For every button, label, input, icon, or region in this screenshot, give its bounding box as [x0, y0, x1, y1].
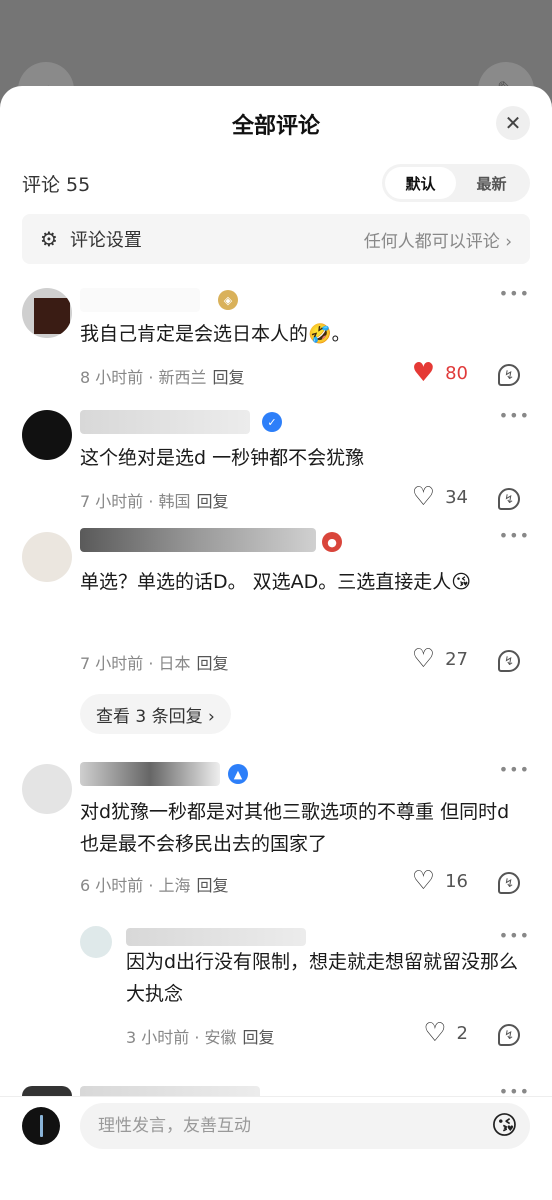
comment-time-location: 3 小时前 · 安徽	[126, 1028, 237, 1047]
like-count: 2	[456, 1022, 468, 1044]
heart-outline-icon: ♡	[423, 1018, 447, 1048]
like-button[interactable]: ♡ 2	[423, 1020, 468, 1046]
avatar[interactable]	[22, 410, 72, 460]
close-button[interactable]: ✕	[496, 106, 530, 140]
settings-value: 任何人都可以评论 ›	[363, 231, 512, 252]
more-options-icon[interactable]: •••	[499, 406, 530, 425]
dislike-icon[interactable]: ↯	[498, 1024, 520, 1046]
reply-button[interactable]: 回复	[197, 876, 229, 895]
like-count: 16	[445, 870, 468, 892]
comment-composer: 😘	[0, 1096, 552, 1200]
comment-text: 对d犹豫一秒都是对其他三歌选项的不尊重 但同时d也是最不会移民出去的国家了	[80, 801, 510, 855]
level-badge-icon: ●	[322, 532, 342, 552]
comment-text: 我自己肯定是会选日本人的🤣。	[80, 323, 351, 345]
avatar[interactable]	[22, 764, 72, 814]
reply-button[interactable]: 回复	[197, 492, 229, 511]
settings-label: 评论设置	[69, 230, 142, 251]
avatar[interactable]	[22, 288, 72, 338]
dislike-icon[interactable]: ↯	[498, 488, 520, 510]
comment-meta: 6 小时前 · 上海 回复	[80, 872, 229, 896]
like-count: 34	[445, 486, 468, 508]
reply-button[interactable]: 回复	[213, 368, 245, 387]
verified-icon: ✓	[262, 412, 282, 432]
sort-default-tab[interactable]: 默认	[385, 167, 456, 199]
username-redacted[interactable]	[80, 288, 200, 312]
sort-latest-tab[interactable]: 最新	[456, 167, 527, 199]
comment-meta: 7 小时前 · 日本 回复	[80, 650, 229, 674]
comment-time-location: 8 小时前 · 新西兰	[80, 368, 207, 387]
like-button[interactable]: ♡ 27	[412, 646, 468, 672]
dislike-icon[interactable]: ↯	[498, 650, 520, 672]
more-options-icon[interactable]: •••	[499, 284, 530, 303]
heart-filled-icon: ♥	[411, 358, 436, 388]
heart-outline-icon: ♡	[411, 482, 436, 512]
comment-meta: 7 小时前 · 韩国 回复	[80, 488, 229, 512]
username-redacted[interactable]	[80, 762, 220, 786]
view-replies-button[interactable]: 查看 3 条回复 ›	[80, 694, 231, 734]
like-button[interactable]: ♥ 80	[412, 360, 468, 386]
avatar[interactable]	[22, 532, 72, 582]
comment-item: ▲ ••• 对d犹豫一秒都是对其他三歌选项的不尊重 但同时d也是最不会移民出去的…	[0, 758, 552, 898]
level-badge-icon: ▲	[228, 764, 248, 784]
comment-time-location: 7 小时前 · 日本	[80, 654, 191, 673]
my-avatar[interactable]	[22, 1107, 60, 1145]
dislike-icon[interactable]: ↯	[498, 364, 520, 386]
heart-outline-icon: ♡	[411, 866, 436, 896]
username-redacted[interactable]	[80, 410, 250, 434]
comment-count: 评论 55	[22, 174, 91, 196]
gear-icon: ⚙	[40, 227, 58, 251]
comment-meta: 8 小时前 · 新西兰 回复	[80, 364, 245, 388]
comment-text: 这个绝对是选d 一秒钟都不会犹豫	[80, 447, 365, 469]
comment-text: 单选？单选的话D。 双选AD。三选直接走人😘	[80, 571, 472, 593]
comment-time-location: 7 小时前 · 韩国	[80, 492, 191, 511]
comment-settings-row[interactable]: ⚙ 评论设置 任何人都可以评论 ›	[22, 214, 530, 264]
close-icon: ✕	[504, 111, 522, 135]
heart-outline-icon: ♡	[411, 644, 436, 674]
avatar[interactable]	[80, 926, 112, 958]
reply-button[interactable]: 回复	[197, 654, 229, 673]
reply-item: ••• 因为d出行没有限制，想走就走想留就留没那么大执念 3 小时前 · 安徽回…	[0, 924, 552, 1054]
comment-input[interactable]	[80, 1103, 530, 1149]
more-options-icon[interactable]: •••	[499, 526, 530, 545]
sheet-title: 全部评论	[231, 114, 320, 139]
comment-item: ✓ ••• 这个绝对是选d 一秒钟都不会犹豫 7 小时前 · 韩国 回复 ♡ 34…	[0, 404, 552, 514]
comments-sheet: 全部评论 ✕ 评论 55 默认 最新 ⚙ 评论设置 任何人都可以评论 › ◈ •…	[0, 86, 552, 1200]
like-button[interactable]: ♡ 34	[412, 484, 468, 510]
more-options-icon[interactable]: •••	[499, 926, 530, 945]
level-badge-icon: ◈	[218, 290, 238, 310]
comment-meta: 3 小时前 · 安徽 回复	[126, 1024, 275, 1048]
comment-time-location: 6 小时前 · 上海	[80, 876, 191, 895]
comment-item: ◈ ••• 我自己肯定是会选日本人的🤣。 8 小时前 · 新西兰 回复 ♥ 80 …	[0, 282, 552, 392]
emoji-icon[interactable]: 😘	[491, 1111, 518, 1141]
dislike-icon[interactable]: ↯	[498, 872, 520, 894]
reply-button[interactable]: 回复	[243, 1028, 275, 1047]
like-count: 80	[445, 362, 468, 384]
username-redacted[interactable]	[80, 528, 316, 552]
comment-text: 因为d出行没有限制，想走就走想留就留没那么大执念	[126, 951, 519, 1005]
comment-item: ● ••• 单选？单选的话D。 双选AD。三选直接走人😘 7 小时前 · 日本回…	[0, 526, 552, 746]
count-row: 评论 55 默认 最新	[22, 164, 530, 202]
username-redacted[interactable]	[126, 928, 306, 946]
sort-toggle: 默认 最新	[382, 164, 530, 202]
more-options-icon[interactable]: •••	[499, 760, 530, 779]
like-count: 27	[445, 648, 468, 670]
like-button[interactable]: ♡ 16	[412, 868, 468, 894]
